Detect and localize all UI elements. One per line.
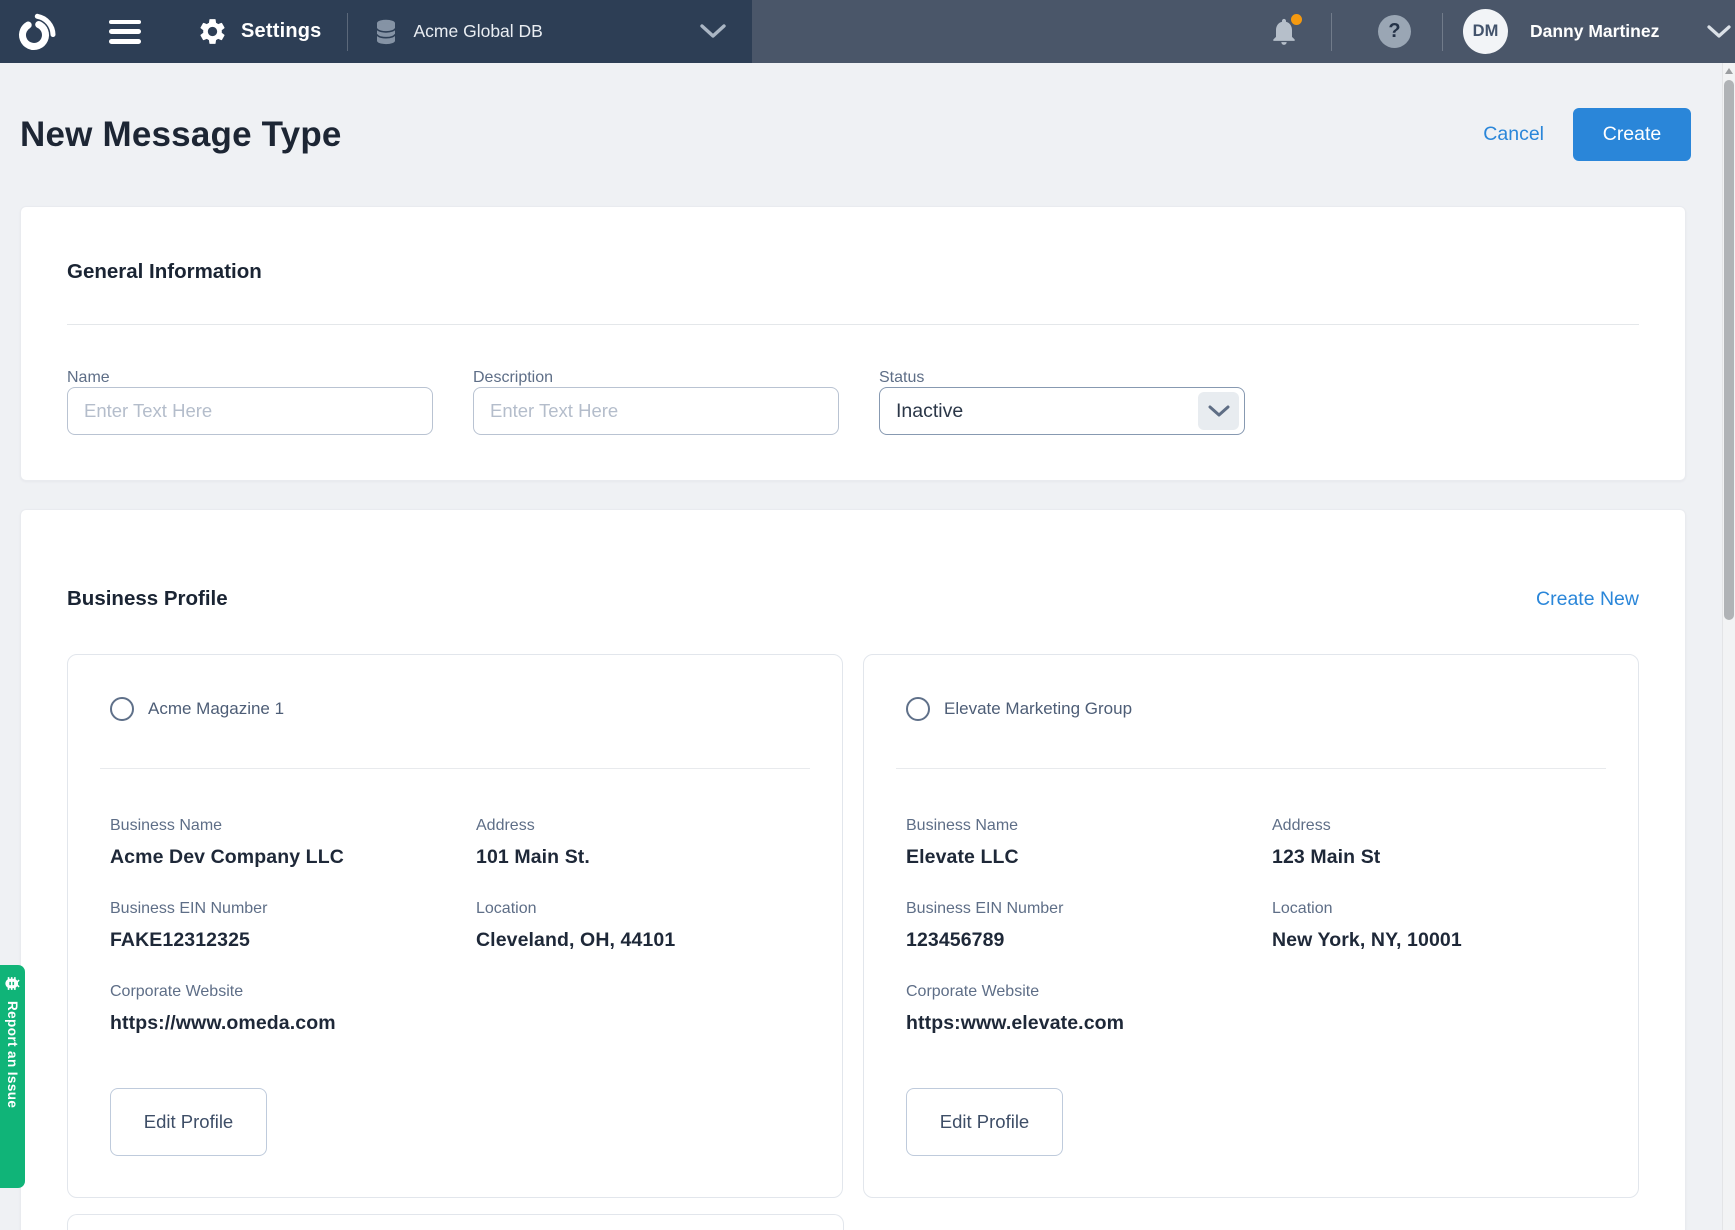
field-label: Business EIN Number — [906, 899, 1272, 919]
business-profiles-row: Acme Magazine 1 Business Name Acme Dev C… — [67, 654, 1639, 1198]
next-profile-card-partial — [67, 1214, 844, 1230]
create-button[interactable]: Create — [1573, 108, 1691, 161]
general-information-heading: General Information — [67, 259, 1639, 285]
field-label: Business Name — [110, 816, 476, 836]
field-value: Cleveland, OH, 44101 — [476, 927, 800, 953]
field-value: New York, NY, 10001 — [1272, 927, 1596, 953]
user-avatar[interactable]: DM — [1463, 9, 1508, 54]
edit-profile-button[interactable]: Edit Profile — [906, 1088, 1063, 1156]
field-value: 101 Main St. — [476, 844, 800, 870]
profile-radio-button[interactable] — [110, 697, 134, 721]
business-profile-header: Business Profile Create New — [67, 586, 1639, 612]
section-divider — [67, 324, 1639, 325]
user-menu-chevron-down-icon[interactable] — [1707, 25, 1731, 39]
cancel-button[interactable]: Cancel — [1483, 123, 1544, 146]
page-actions: Cancel Create — [1483, 108, 1691, 161]
profile-radio-row: Elevate Marketing Group — [906, 697, 1596, 721]
status-label: Status — [879, 369, 1245, 387]
field-label: Business EIN Number — [110, 899, 476, 919]
business-name-field: Business Name Elevate LLC — [906, 816, 1272, 870]
omeda-logo-icon[interactable] — [10, 8, 58, 56]
screen: Settings Acme Global DB ? — [0, 0, 1735, 1230]
general-information-card: General Information Name Description Sta… — [20, 206, 1686, 481]
business-name-field: Business Name Acme Dev Company LLC — [110, 816, 476, 870]
website-field: Corporate Website https://www.omeda.com — [110, 982, 476, 1036]
bug-icon — [3, 974, 22, 993]
address-field: Address 123 Main St — [1272, 816, 1596, 870]
field-label: Location — [1272, 899, 1596, 919]
name-label: Name — [67, 369, 433, 387]
business-profile-card: Business Profile Create New Acme Magazin… — [20, 509, 1686, 1230]
general-information-fields: Name Description Status Inactive — [67, 369, 1639, 435]
field-label: Address — [476, 816, 800, 836]
field-value: 123456789 — [906, 927, 1272, 953]
report-issue-label: Report an Issue — [5, 1001, 20, 1108]
top-navbar: Settings Acme Global DB ? — [0, 0, 1735, 63]
navbar-right-section: ? DM Danny Martinez — [752, 0, 1735, 63]
gear-icon[interactable] — [197, 16, 228, 47]
description-input[interactable] — [473, 387, 839, 435]
field-label: Address — [1272, 816, 1596, 836]
ein-field: Business EIN Number FAKE12312325 — [110, 899, 476, 953]
location-field: Location Cleveland, OH, 44101 — [476, 899, 800, 953]
user-name[interactable]: Danny Martinez — [1530, 21, 1659, 42]
website-field: Corporate Website https:www.elevate.com — [906, 982, 1272, 1036]
profile-fields: Business Name Elevate LLC Address 123 Ma… — [906, 816, 1596, 1036]
business-profile-heading: Business Profile — [67, 586, 228, 612]
hamburger-menu-icon[interactable] — [109, 20, 141, 44]
profile-fields: Business Name Acme Dev Company LLC Addre… — [110, 816, 800, 1036]
field-value: https://www.omeda.com — [110, 1010, 476, 1036]
field-value: https:www.elevate.com — [906, 1010, 1272, 1036]
page-header: New Message Type Cancel Create — [0, 63, 1735, 206]
question-mark-glyph: ? — [1388, 20, 1400, 43]
scrollbar-up-arrow[interactable] — [1725, 68, 1733, 74]
profile-name: Acme Magazine 1 — [148, 699, 284, 719]
status-field-group: Status Inactive — [879, 369, 1245, 435]
notifications-bell-button[interactable] — [1268, 14, 1302, 50]
profile-card-acme: Acme Magazine 1 Business Name Acme Dev C… — [67, 654, 843, 1198]
name-field-group: Name — [67, 369, 433, 435]
status-select[interactable]: Inactive — [879, 387, 1245, 435]
profile-radio-button[interactable] — [906, 697, 930, 721]
field-label: Business Name — [906, 816, 1272, 836]
avatar-initials: DM — [1473, 22, 1499, 41]
profile-divider — [896, 768, 1606, 769]
field-value: 123 Main St — [1272, 844, 1596, 870]
notification-badge — [1289, 12, 1304, 27]
field-value: Acme Dev Company LLC — [110, 844, 476, 870]
field-label: Location — [476, 899, 800, 919]
profile-divider — [100, 768, 810, 769]
profile-card-elevate: Elevate Marketing Group Business Name El… — [863, 654, 1639, 1198]
report-issue-tab[interactable]: Report an Issue — [0, 965, 25, 1188]
scrollbar-thumb[interactable] — [1724, 80, 1734, 620]
address-field: Address 101 Main St. — [476, 816, 800, 870]
description-field-group: Description — [473, 369, 839, 435]
status-select-value: Inactive — [896, 400, 963, 423]
ein-field: Business EIN Number 123456789 — [906, 899, 1272, 953]
database-chevron-down-icon[interactable] — [700, 24, 726, 39]
edit-profile-button[interactable]: Edit Profile — [110, 1088, 267, 1156]
navbar-divider — [347, 13, 348, 51]
profile-radio-row: Acme Magazine 1 — [110, 697, 800, 721]
location-field: Location New York, NY, 10001 — [1272, 899, 1596, 953]
status-select-chevron-button[interactable] — [1198, 392, 1239, 430]
field-value: Elevate LLC — [906, 844, 1272, 870]
name-input[interactable] — [67, 387, 433, 435]
page-title: New Message Type — [20, 115, 342, 155]
field-label: Corporate Website — [906, 982, 1272, 1002]
create-new-link[interactable]: Create New — [1536, 588, 1639, 611]
database-icon — [374, 19, 398, 45]
field-label: Corporate Website — [110, 982, 476, 1002]
navbar-left-section: Settings Acme Global DB — [0, 0, 752, 63]
chevron-down-icon — [1208, 405, 1230, 418]
navbar-divider — [1331, 13, 1332, 51]
vertical-scrollbar[interactable] — [1722, 63, 1735, 1230]
help-button[interactable]: ? — [1378, 15, 1411, 48]
database-selector-value[interactable]: Acme Global DB — [414, 21, 543, 42]
profile-name: Elevate Marketing Group — [944, 699, 1132, 719]
description-label: Description — [473, 369, 839, 387]
field-value: FAKE12312325 — [110, 927, 476, 953]
settings-nav-label[interactable]: Settings — [241, 20, 322, 43]
navbar-divider — [1442, 13, 1443, 51]
